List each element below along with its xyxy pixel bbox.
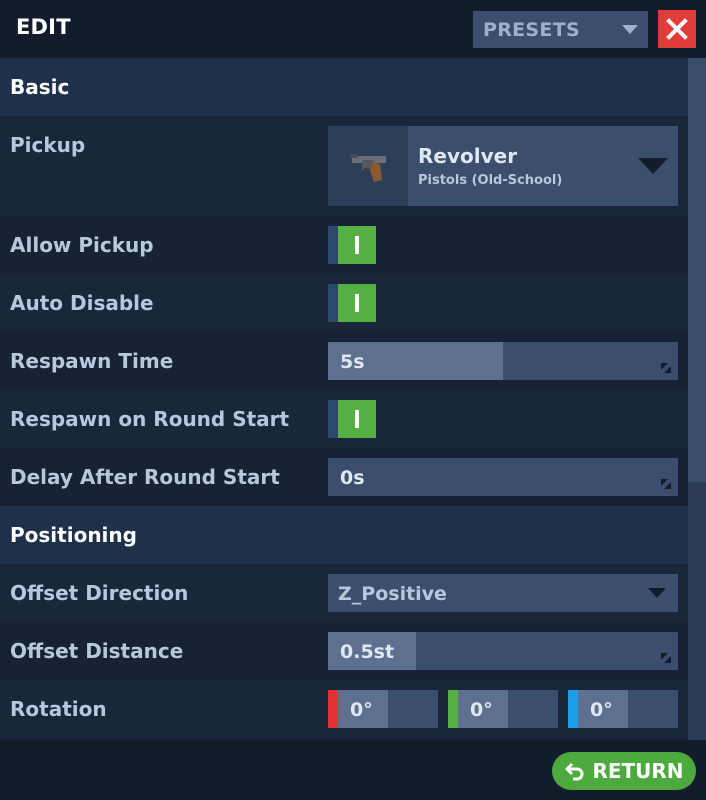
offset-direction-label: Offset Direction: [10, 581, 189, 605]
toggle-on-icon: [355, 410, 359, 428]
return-label: RETURN: [592, 759, 684, 783]
chevron-down-icon: [622, 25, 638, 34]
offset-distance-slider[interactable]: 0.5st: [328, 632, 678, 670]
window-title: EDIT: [16, 15, 71, 39]
offset-distance-value: 0.5st: [340, 641, 395, 663]
chevron-down-icon: [638, 158, 668, 174]
pickup-label: Pickup: [10, 133, 86, 157]
chevron-down-icon: [648, 588, 666, 598]
rotation-label: Rotation: [10, 697, 107, 721]
respawn-on-round-start-label: Respawn on Round Start: [10, 407, 290, 431]
rotation-y-field: 0°: [458, 690, 508, 728]
resize-corner-icon: [661, 653, 671, 663]
delay-after-round-start-value: 0s: [340, 467, 365, 489]
rotation-z-field: 0°: [578, 690, 628, 728]
pickup-category: Pistols (Old-School): [418, 173, 563, 188]
row-allow-pickup: Allow Pickup: [0, 216, 688, 274]
respawn-time-value: 5s: [340, 351, 365, 373]
y-axis-indicator: [448, 690, 458, 728]
resize-corner-icon: [661, 479, 671, 489]
row-respawn-time: Respawn Time 5s: [0, 332, 688, 390]
rotation-x-input[interactable]: 0°: [328, 690, 438, 728]
offset-direction-dropdown[interactable]: Z_Positive: [328, 574, 678, 612]
row-delay-after-round-start: Delay After Round Start 0s: [0, 448, 688, 506]
pickup-name: Revolver: [418, 144, 518, 168]
scrollbar-thumb[interactable]: [688, 58, 706, 482]
close-button[interactable]: [658, 10, 696, 48]
toggle-knob: [338, 400, 376, 438]
section-title: Positioning: [10, 523, 137, 547]
settings-panel: Basic Pickup Revolver Pistols (Old-Schoo…: [0, 58, 688, 740]
toggle-on-icon: [355, 294, 359, 312]
header-bar: EDIT PRESETS: [0, 0, 706, 58]
return-arrow-icon: [565, 762, 584, 781]
offset-direction-value: Z_Positive: [338, 583, 447, 605]
section-basic: Basic: [0, 58, 688, 116]
row-auto-disable: Auto Disable: [0, 274, 688, 332]
allow-pickup-label: Allow Pickup: [10, 233, 154, 257]
toggle-on-icon: [355, 236, 359, 254]
presets-label: PRESETS: [483, 18, 580, 41]
rotation-x-field: 0°: [338, 690, 388, 728]
return-button[interactable]: RETURN: [552, 752, 696, 790]
row-offset-direction: Offset Direction Z_Positive: [0, 564, 688, 622]
respawn-on-round-start-toggle[interactable]: [328, 400, 376, 438]
rotation-y-input[interactable]: 0°: [448, 690, 558, 728]
toggle-knob: [338, 284, 376, 322]
revolver-icon: [328, 126, 408, 206]
row-pickup: Pickup Revolver Pistols (Old-School): [0, 116, 688, 216]
offset-distance-label: Offset Distance: [10, 639, 184, 663]
resize-corner-icon: [661, 363, 671, 373]
row-offset-distance: Offset Distance 0.5st: [0, 622, 688, 680]
presets-dropdown[interactable]: PRESETS: [473, 11, 648, 48]
section-title: Basic: [10, 75, 70, 99]
respawn-time-slider[interactable]: 5s: [328, 342, 678, 380]
respawn-time-label: Respawn Time: [10, 349, 174, 373]
pickup-selector[interactable]: Revolver Pistols (Old-School): [328, 126, 678, 206]
allow-pickup-toggle[interactable]: [328, 226, 376, 264]
z-axis-indicator: [568, 690, 578, 728]
section-positioning: Positioning: [0, 506, 688, 564]
auto-disable-label: Auto Disable: [10, 291, 154, 315]
rotation-z-input[interactable]: 0°: [568, 690, 678, 728]
row-rotation: Rotation 0° 0° 0°: [0, 680, 688, 738]
close-icon: [666, 18, 688, 40]
rotation-x-value: 0°: [350, 699, 373, 721]
auto-disable-toggle[interactable]: [328, 284, 376, 322]
rotation-z-value: 0°: [590, 699, 613, 721]
delay-after-round-start-slider[interactable]: 0s: [328, 458, 678, 496]
footer-bar: RETURN: [0, 740, 706, 800]
x-axis-indicator: [328, 690, 338, 728]
row-respawn-on-round-start: Respawn on Round Start: [0, 390, 688, 448]
delay-after-round-start-label: Delay After Round Start: [10, 465, 280, 489]
toggle-knob: [338, 226, 376, 264]
rotation-y-value: 0°: [470, 699, 493, 721]
